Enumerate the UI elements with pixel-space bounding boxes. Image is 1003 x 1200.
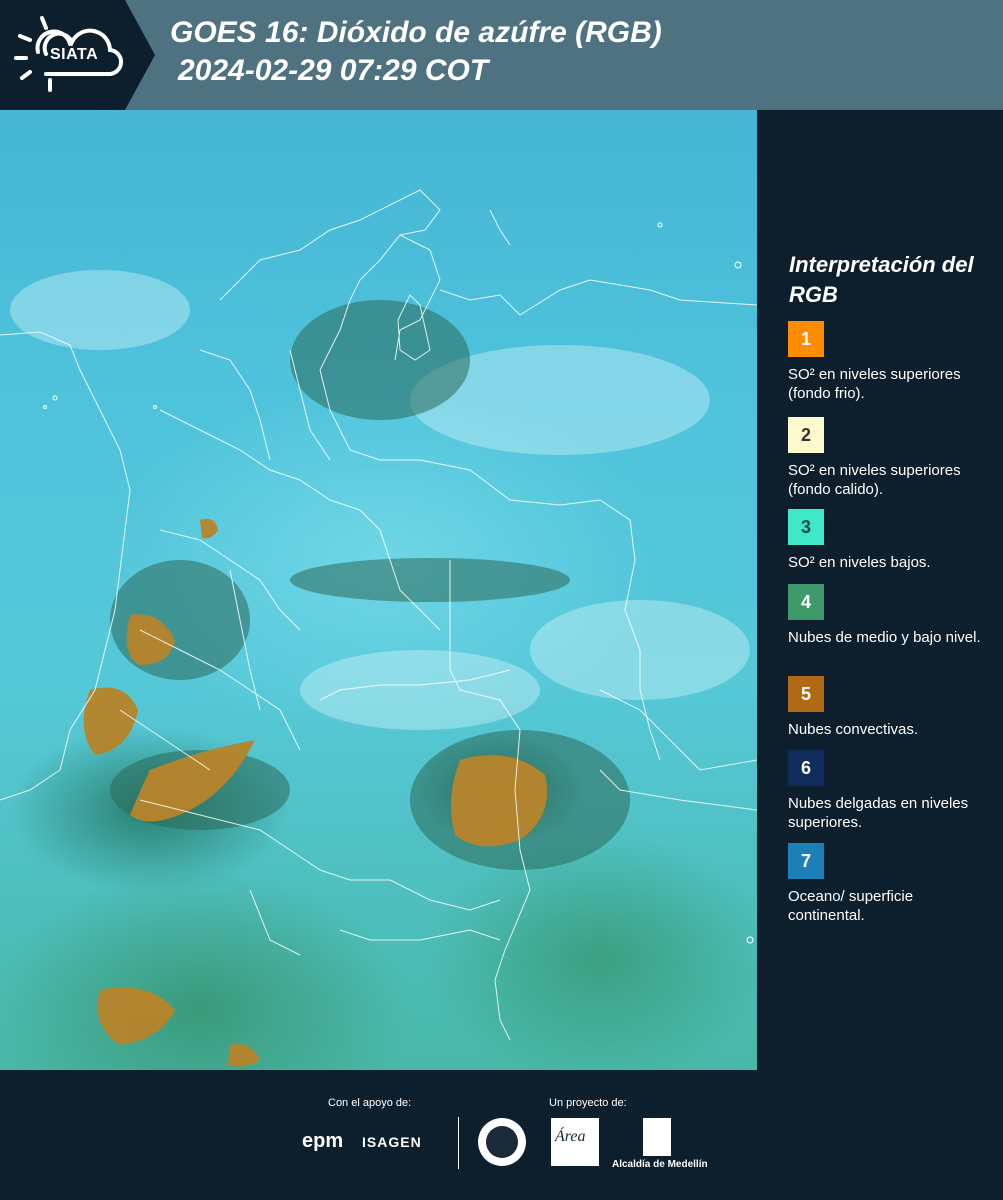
logo-text: SIATA bbox=[50, 46, 99, 63]
legend-swatch: 6 bbox=[788, 750, 824, 786]
project-label: Un proyecto de: bbox=[549, 1097, 627, 1109]
title-line-2: 2024-02-29 07:29 COT bbox=[178, 54, 489, 87]
legend-item-1: 1 SO² en niveles superiores (fondo frio)… bbox=[788, 321, 993, 403]
legend-item-6: 6 Nubes delgadas en niveles superiores. bbox=[788, 750, 993, 832]
legend-item-2: 2 SO² en niveles superiores (fondo calid… bbox=[788, 417, 993, 499]
legend-label: Nubes convectivas. bbox=[788, 721, 919, 738]
isagen-logo: ISAGEN bbox=[362, 1134, 422, 1150]
legend-label: SO² en niveles superiores (fondo calido)… bbox=[788, 462, 961, 498]
legend-label: Nubes delgadas en niveles superiores. bbox=[788, 795, 969, 831]
legend-swatch: 7 bbox=[788, 843, 824, 879]
legend-swatch: 4 bbox=[788, 584, 824, 620]
area-metropolitana-logo: Área bbox=[551, 1118, 599, 1166]
map-overlay bbox=[0, 189, 757, 1067]
legend-swatch: 5 bbox=[788, 676, 824, 712]
epm-logo: epm bbox=[302, 1130, 344, 1152]
legend-swatch: 1 bbox=[788, 321, 824, 357]
legend-label: Nubes de medio y bajo nivel. bbox=[788, 629, 981, 646]
header-bar: SIATA GOES 16: Dióxido de azúfre (RGB) 2… bbox=[0, 0, 1003, 110]
legend-label: SO² en niveles bajos. bbox=[788, 554, 931, 571]
footer-divider bbox=[458, 1117, 459, 1169]
alcaldia-text: Alcaldía de Medellín bbox=[612, 1159, 708, 1170]
title-line-1: GOES 16: Dióxido de azúfre (RGB) bbox=[170, 16, 662, 49]
legend-item-5: 5 Nubes convectivas. bbox=[788, 676, 993, 739]
legend-label: SO² en niveles superiores (fondo frio). bbox=[788, 366, 961, 402]
siata-logo: SIATA bbox=[0, 0, 155, 110]
support-label: Con el apoyo de: bbox=[328, 1097, 412, 1109]
page-title: GOES 16: Dióxido de azúfre (RGB) 2024-02… bbox=[170, 14, 662, 90]
satellite-map bbox=[0, 110, 757, 1070]
legend-label: Oceano/ superficie continental. bbox=[788, 888, 914, 924]
legend-title: Interpretación del RGB bbox=[789, 252, 974, 307]
legend-item-7: 7 Oceano/ superficie continental. bbox=[788, 843, 993, 925]
alcaldia-shield-icon bbox=[643, 1118, 671, 1156]
legend-swatch: 3 bbox=[788, 509, 824, 545]
legend-swatch: 2 bbox=[788, 417, 824, 453]
area-logo-text: Área bbox=[555, 1128, 586, 1145]
medellin-seal-icon bbox=[478, 1118, 526, 1166]
legend-item-3: 3 SO² en niveles bajos. bbox=[788, 509, 993, 572]
footer-bar: Con el apoyo de: Un proyecto de: epm ISA… bbox=[0, 1070, 1003, 1200]
legend-panel: Interpretación del RGB 1 SO² en niveles … bbox=[757, 110, 1003, 1070]
legend-item-4: 4 Nubes de medio y bajo nivel. bbox=[788, 584, 993, 647]
